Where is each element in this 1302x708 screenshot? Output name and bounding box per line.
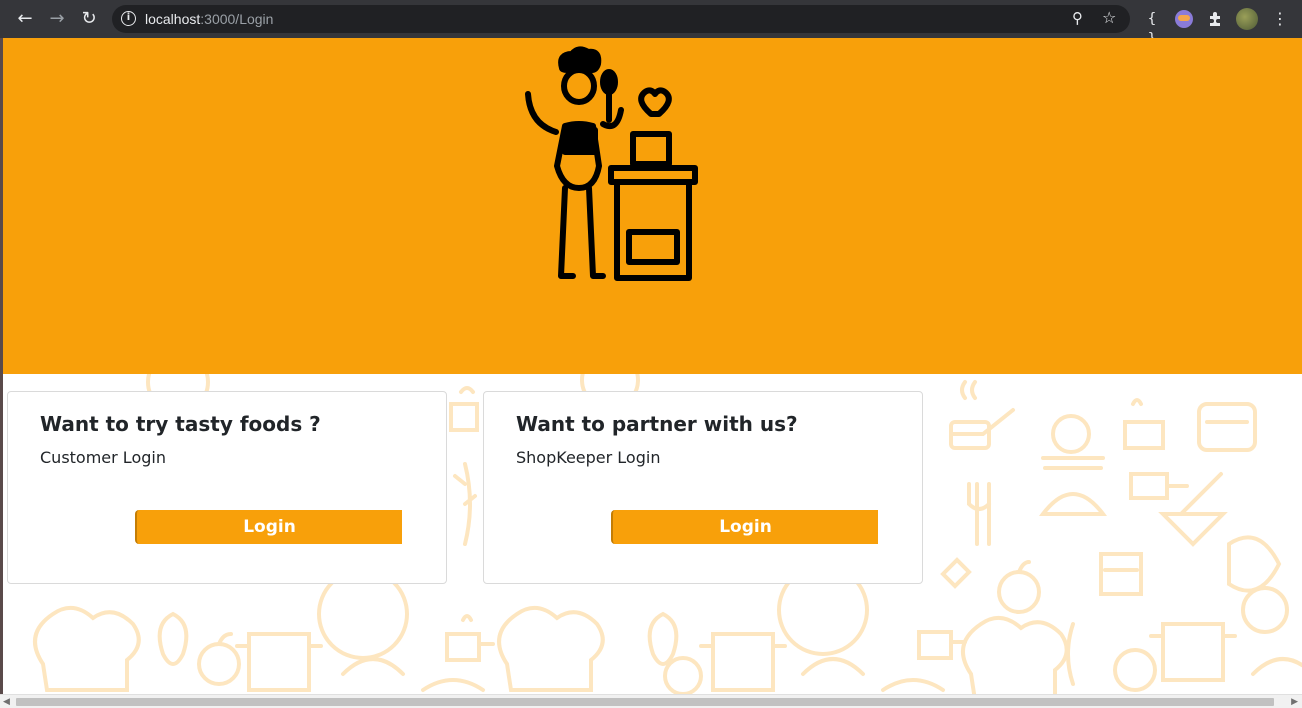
shopkeeper-login-card: Want to partner with us? ShopKeeper Logi…	[483, 391, 923, 584]
url-path: :3000/Login	[200, 11, 274, 27]
url-host: localhost	[145, 11, 201, 27]
page-viewport: Want to try tasty foods ? Customer Login…	[3, 38, 1302, 694]
customer-login-button[interactable]: Login	[135, 510, 402, 544]
url-text[interactable]: localhost:3000/Login	[145, 10, 273, 28]
kebab-menu-icon[interactable]: ⋮	[1272, 9, 1288, 29]
reload-icon[interactable]: ↻	[78, 8, 100, 30]
zoom-icon[interactable]: ⚲	[1072, 9, 1083, 27]
star-icon[interactable]: ☆	[1102, 8, 1116, 27]
scroll-right-icon[interactable]: ▶	[1291, 697, 1298, 707]
card-title: Want to partner with us?	[516, 412, 798, 436]
info-icon[interactable]: i	[121, 11, 136, 26]
card-subtitle: Customer Login	[40, 448, 166, 467]
customer-login-card: Want to try tasty foods ? Customer Login…	[7, 391, 447, 584]
shopkeeper-login-button[interactable]: Login	[611, 510, 878, 544]
braces-icon[interactable]: { }	[1142, 9, 1162, 47]
browser-toolbar: ← → ↻ i localhost:3000/Login ⚲ ☆ { } ⋮	[0, 0, 1302, 47]
back-arrow-icon[interactable]: ←	[14, 8, 36, 30]
card-title: Want to try tasty foods ?	[40, 412, 321, 436]
horizontal-scrollbar[interactable]: ◀ ▶	[0, 694, 1302, 708]
profile-avatar[interactable]	[1236, 8, 1258, 30]
chef-cooking-icon	[525, 46, 698, 281]
hero-banner	[3, 38, 1302, 374]
scroll-left-icon[interactable]: ◀	[3, 697, 10, 707]
puzzle-icon[interactable]	[1206, 9, 1226, 29]
owl-extension-icon[interactable]	[1175, 10, 1193, 28]
address-bar[interactable]: i localhost:3000/Login ⚲ ☆	[112, 5, 1130, 33]
forward-arrow-icon[interactable]: →	[46, 8, 68, 30]
scrollbar-thumb[interactable]	[16, 698, 1274, 706]
card-subtitle: ShopKeeper Login	[516, 448, 661, 467]
